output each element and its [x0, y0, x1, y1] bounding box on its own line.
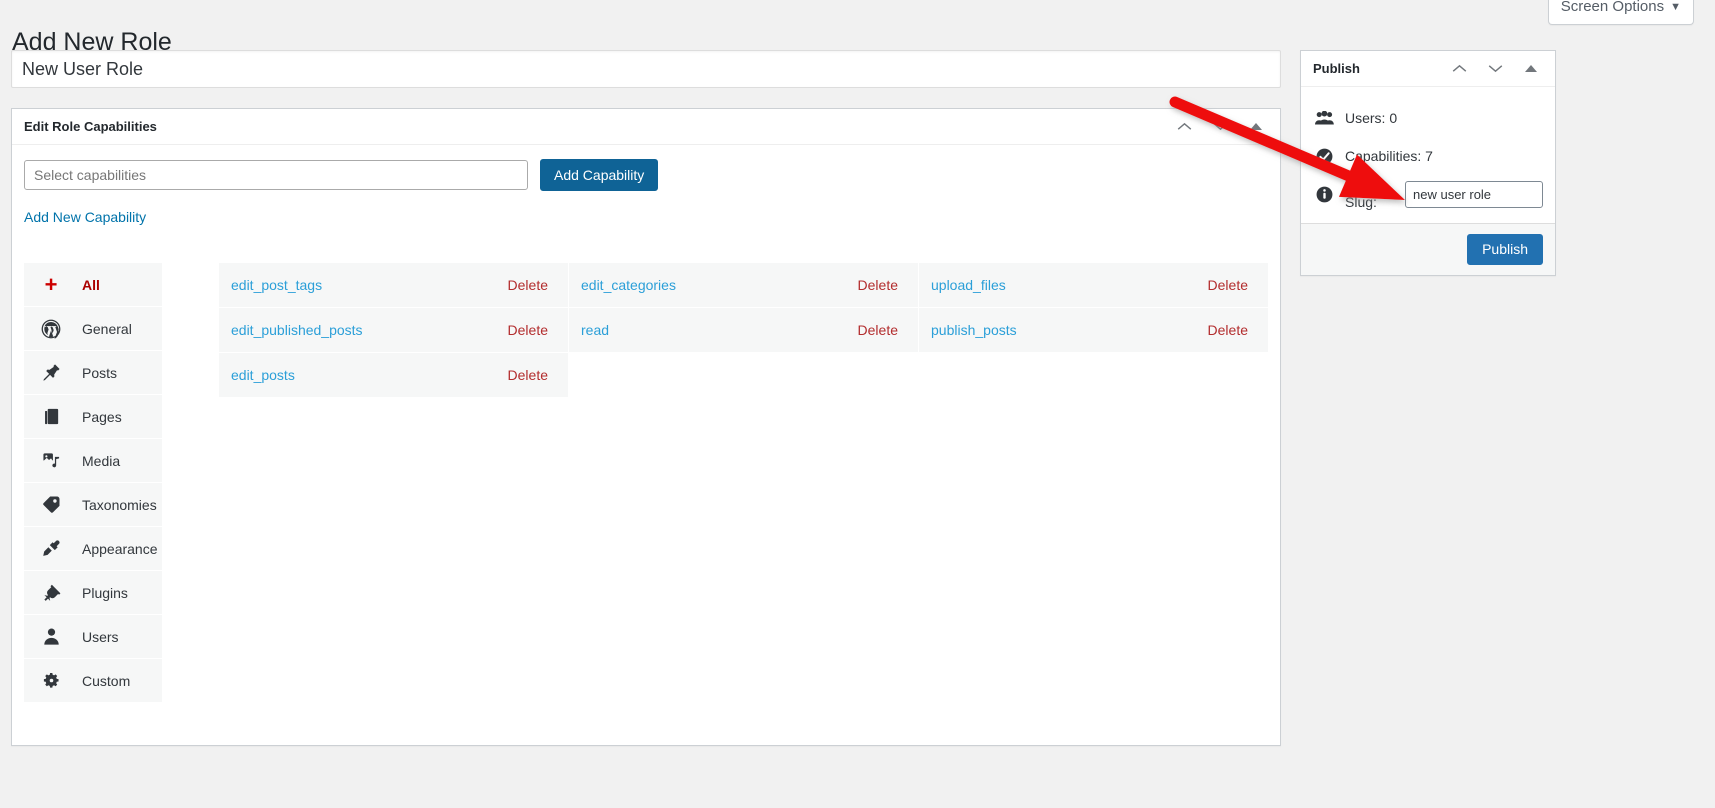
- capability-delete-link[interactable]: Delete: [508, 277, 548, 293]
- capability-category-posts[interactable]: Posts: [24, 351, 162, 395]
- capability-delete-link[interactable]: Delete: [1208, 322, 1248, 338]
- capability-category-media[interactable]: Media: [24, 439, 162, 483]
- publish-panel-title: Publish: [1313, 61, 1360, 76]
- capability-category-label: General: [82, 320, 132, 337]
- order-lower-icon[interactable]: [1477, 52, 1513, 86]
- plus-icon: +: [44, 271, 58, 297]
- capability-category-label: Custom: [82, 672, 131, 689]
- capability-category-custom[interactable]: Custom: [24, 659, 162, 703]
- capability-name-link[interactable]: publish_posts: [931, 322, 1017, 338]
- toggle-panel-icon[interactable]: [1238, 110, 1274, 144]
- capability-category-all[interactable]: + All: [24, 263, 162, 307]
- capability-row: edit_post_tags Delete: [219, 263, 568, 307]
- capability-category-general[interactable]: General: [24, 307, 162, 351]
- role-slug-row: Role Slug:: [1313, 175, 1543, 213]
- order-higher-icon[interactable]: [1166, 110, 1202, 144]
- capability-row: upload_files Delete: [919, 263, 1268, 307]
- capability-delete-link[interactable]: Delete: [858, 277, 898, 293]
- capability-category-label: Users: [82, 628, 119, 645]
- capability-name-link[interactable]: edit_published_posts: [231, 322, 363, 338]
- select-capabilities-input[interactable]: [24, 160, 528, 190]
- tag-icon: [40, 495, 62, 514]
- capability-category-pages[interactable]: Pages: [24, 395, 162, 439]
- info-circle-icon: [1313, 186, 1335, 203]
- order-higher-icon[interactable]: [1441, 52, 1477, 86]
- capabilities-panel-header: Edit Role Capabilities: [12, 109, 1280, 145]
- capability-category-label: Media: [82, 452, 121, 469]
- add-new-capability-link[interactable]: Add New Capability: [24, 209, 146, 225]
- publish-panel-header: Publish: [1301, 51, 1555, 87]
- capability-name-link[interactable]: read: [581, 322, 609, 338]
- plug-icon: [40, 583, 62, 602]
- add-capability-button[interactable]: Add Capability: [540, 159, 659, 191]
- capability-category-nav: + All General Posts Pages Media Taxonomies Appe…: [24, 263, 162, 703]
- capability-category-plugins[interactable]: Plugins: [24, 571, 162, 615]
- user-icon: [40, 627, 62, 646]
- capability-delete-link[interactable]: Delete: [508, 322, 548, 338]
- publish-panel-body: Users: 0 Capabilities: 7 Role Slug: new …: [1301, 87, 1555, 223]
- role-slug-input[interactable]: [1405, 180, 1543, 208]
- order-lower-icon[interactable]: [1202, 110, 1238, 144]
- publish-panel-handle-actions: [1441, 51, 1549, 86]
- capability-category-label: Posts: [82, 364, 118, 381]
- capability-category-users[interactable]: Users: [24, 615, 162, 659]
- screen-options-label: Screen Options: [1560, 0, 1665, 15]
- capability-delete-link[interactable]: Delete: [1208, 277, 1248, 293]
- capability-category-label: Taxonomies: [82, 496, 157, 513]
- users-group-icon: [1313, 111, 1335, 125]
- capability-category-taxonomies[interactable]: Taxonomies: [24, 483, 162, 527]
- capability-category-label: Pages: [82, 408, 122, 425]
- capabilities-count-label: Capabilities: 7: [1345, 148, 1433, 164]
- role-name-input[interactable]: [11, 50, 1281, 88]
- brush-icon: [40, 539, 62, 558]
- capabilities-count-row: Capabilities: 7: [1313, 137, 1543, 175]
- chevron-down-icon: ▼: [1670, 1, 1681, 13]
- capability-category-label: Plugins: [82, 584, 128, 601]
- capability-toolbar: Add Capability: [24, 159, 1268, 191]
- publish-button[interactable]: Publish: [1467, 234, 1543, 265]
- pin-icon: [40, 363, 62, 382]
- capability-row: publish_posts Delete: [919, 308, 1268, 352]
- media-icon: [40, 451, 62, 470]
- capability-category-label: All: [82, 276, 100, 293]
- capabilities-panel-title: Edit Role Capabilities: [24, 119, 157, 134]
- publish-panel: Publish Users: 0 Capabilities: 7 Role Sl…: [1300, 50, 1556, 276]
- users-count-row: Users: 0: [1313, 99, 1543, 137]
- publish-panel-footer: Publish: [1301, 223, 1555, 275]
- wordpress-icon: [40, 319, 62, 339]
- capability-category-appearance[interactable]: Appearance: [24, 527, 162, 571]
- main-column: Edit Role Capabilities Add Capa: [11, 50, 1281, 746]
- capability-name-link[interactable]: edit_post_tags: [231, 277, 322, 293]
- capability-grid-filler: [919, 353, 1268, 397]
- capabilities-panel-body: Add Capability Add New Capability + All Ge…: [12, 145, 1280, 745]
- users-count-label: Users: 0: [1345, 110, 1398, 126]
- pages-icon: [40, 407, 62, 426]
- screen-options-button[interactable]: Screen Options ▼: [1547, 0, 1694, 25]
- capability-grid-filler: [569, 353, 918, 397]
- gear-icon: [40, 671, 62, 690]
- role-slug-label: Role Slug:: [1345, 178, 1377, 210]
- capability-name-link[interactable]: edit_categories: [581, 277, 676, 293]
- capability-row: read Delete: [569, 308, 918, 352]
- capability-row: edit_published_posts Delete: [219, 308, 568, 352]
- capabilities-layout: + All General Posts Pages Media Taxonomies Appe…: [24, 263, 1268, 703]
- edit-role-capabilities-panel: Edit Role Capabilities Add Capa: [11, 108, 1281, 746]
- capability-grid: edit_post_tags Delete edit_categories Delet…: [219, 263, 1268, 397]
- capability-delete-link[interactable]: Delete: [508, 367, 548, 383]
- side-column: Publish Users: 0 Capabilities: 7 Role Sl…: [1300, 50, 1556, 276]
- toggle-panel-icon[interactable]: [1513, 52, 1549, 86]
- check-circle-icon: [1313, 148, 1335, 165]
- screen-root: Screen Options▼ Add New Role Edit Role C…: [0, 0, 1715, 808]
- capability-delete-link[interactable]: Delete: [858, 322, 898, 338]
- capability-name-link[interactable]: edit_posts: [231, 367, 295, 383]
- capability-category-label: Appearance: [82, 540, 158, 557]
- capability-row: edit_categories Delete: [569, 263, 918, 307]
- capabilities-panel-handle-actions: [1166, 109, 1274, 144]
- capability-name-link[interactable]: upload_files: [931, 277, 1006, 293]
- capability-row: edit_posts Delete: [219, 353, 568, 397]
